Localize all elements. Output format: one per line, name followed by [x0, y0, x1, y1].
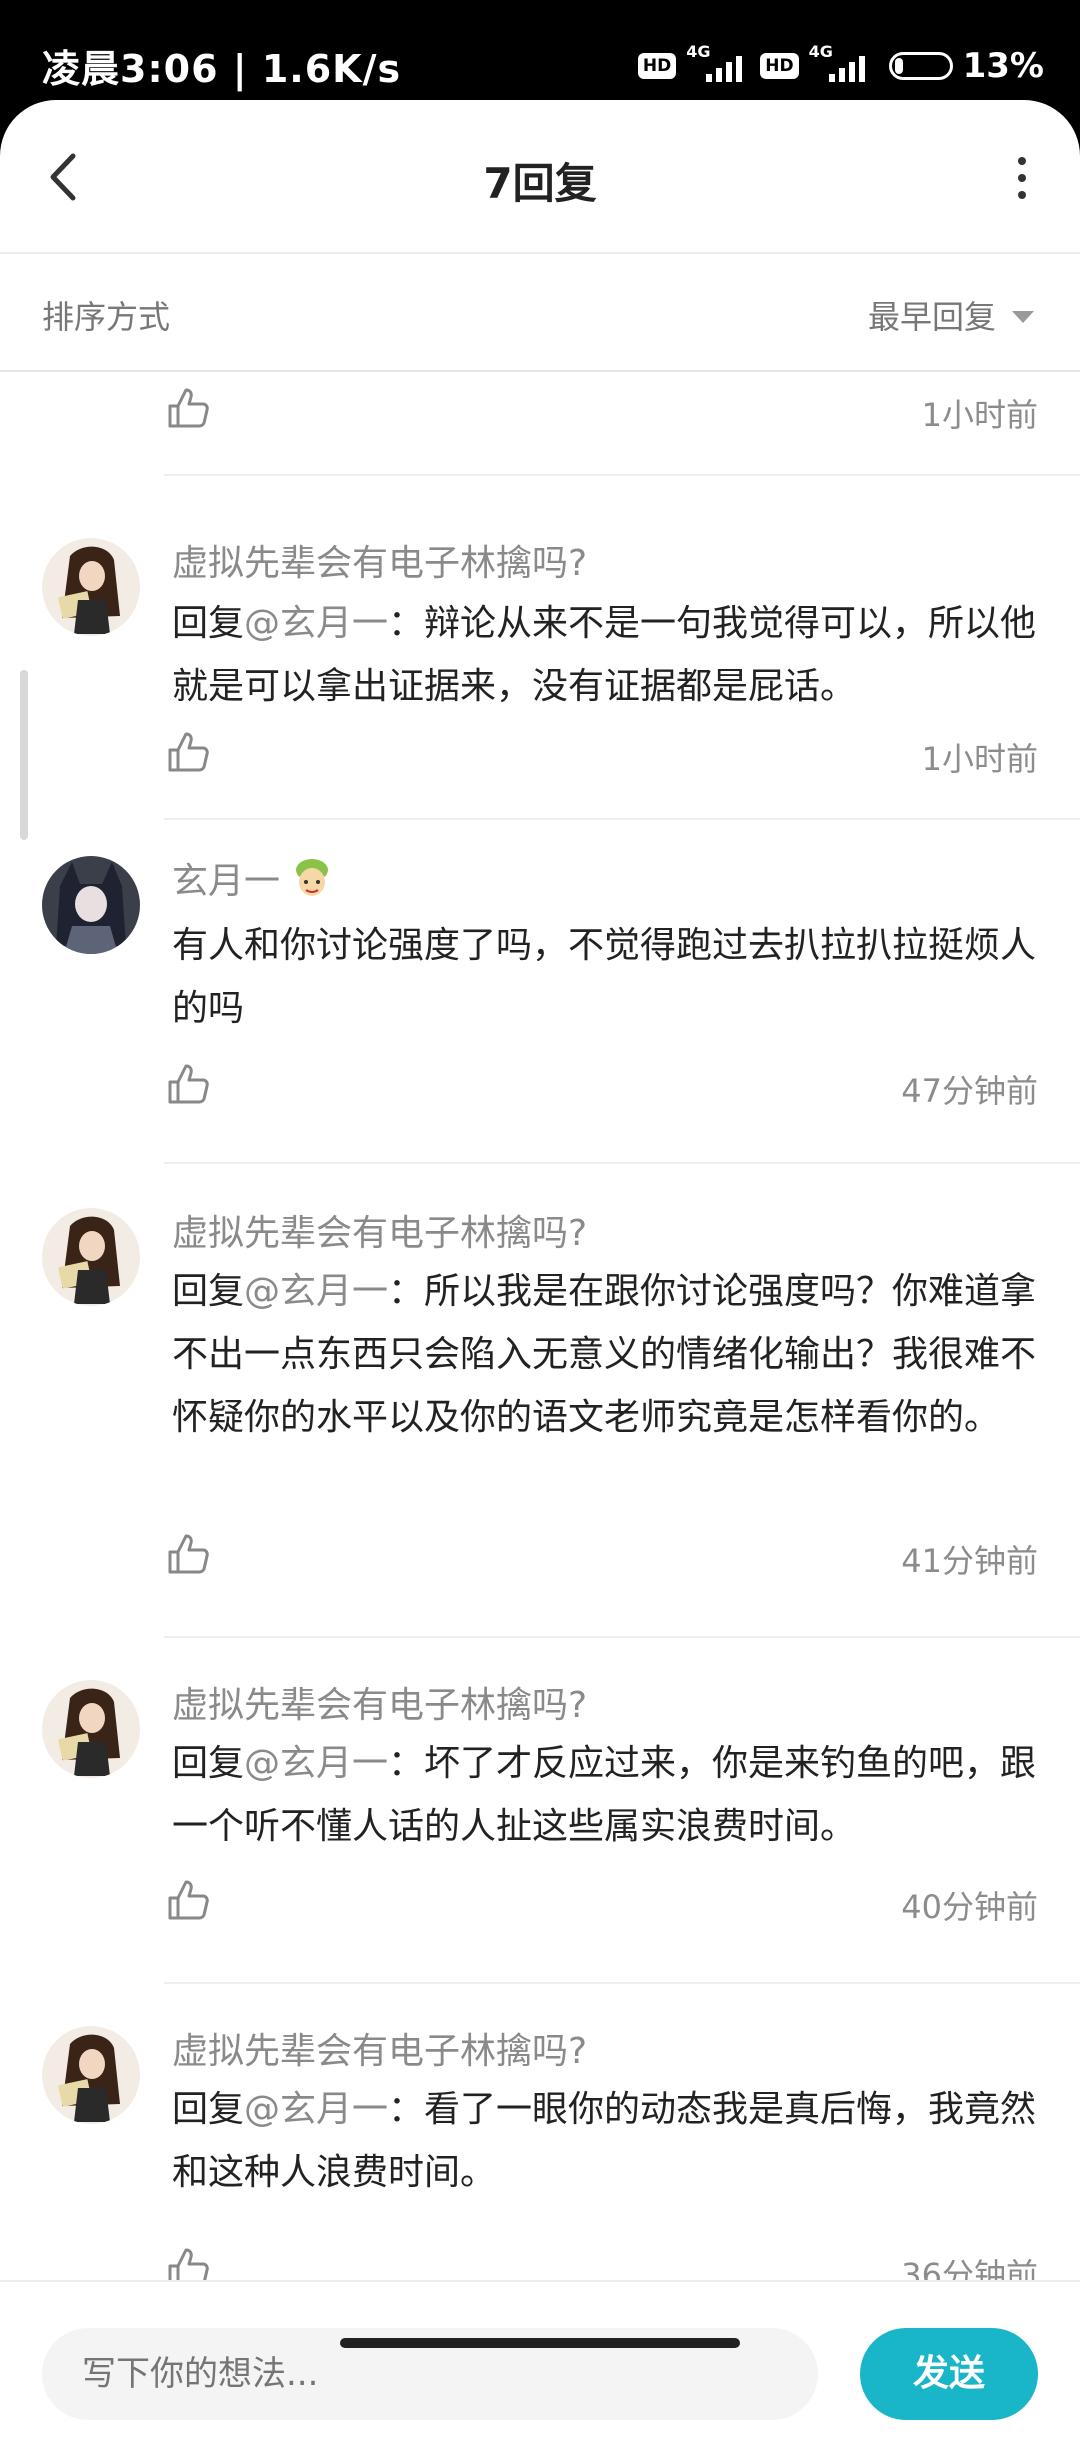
caret-down-icon [1012, 311, 1034, 323]
divider [164, 1982, 1080, 1984]
hd-icon: HD [637, 53, 677, 79]
avatar[interactable] [42, 2026, 140, 2124]
comment-text: 回复@玄月一：坏了才反应过来，你是来钓鱼的吧，跟一个听不懂人话的人扯这些属实浪费… [172, 1743, 1037, 1847]
battery-percent: 13% [962, 46, 1044, 86]
dark-hair-avatar-icon [42, 856, 140, 954]
anime-girl-avatar-icon [42, 538, 140, 636]
thumbs-up-icon[interactable] [166, 1878, 210, 1922]
replies-sheet: 7回复 排序方式 最早回复 1小时前 虚拟先辈会有电子林擒吗? 回复@玄月一：辩… [0, 100, 1080, 2460]
thumbs-up-icon[interactable] [166, 1532, 210, 1576]
mention-link[interactable]: @玄月一 [244, 1743, 388, 1784]
thumbs-up-icon[interactable] [166, 386, 210, 430]
signal-icon: 4G [809, 42, 873, 86]
avatar[interactable] [42, 538, 140, 636]
header: 7回复 [0, 100, 1080, 254]
divider [164, 818, 1080, 820]
status-icons: HD 4G HD 4G 13% [637, 42, 1044, 86]
list-item: 虚拟先辈会有电子林擒吗? 回复@玄月一：看了一眼你的动态我是真后悔，我竟然和这种… [0, 1986, 1080, 2280]
list-item: 玄月一 有人和你讨论强度了吗，不觉得跑过去扒拉扒拉挺烦人的吗 47分钟前 [0, 822, 1080, 1168]
divider [164, 474, 1080, 476]
more-dot-icon [1018, 174, 1026, 182]
list-item: 虚拟先辈会有电子林擒吗? 回复@玄月一：坏了才反应过来，你是来钓鱼的吧，跟一个听… [0, 1640, 1080, 1986]
mention-link[interactable]: @玄月一 [244, 603, 388, 644]
send-button[interactable]: 发送 [860, 2328, 1038, 2420]
comment-time: 36分钟前 [901, 2256, 1038, 2280]
thumbs-up-icon[interactable] [166, 1062, 210, 1106]
avatar[interactable] [42, 856, 140, 954]
status-bar: 凌晨3:06 | 1.6K/s HD 4G HD 4G 13% [0, 0, 1080, 100]
avatar[interactable] [42, 1680, 140, 1778]
comment-text: 回复@玄月一：看了一眼你的动态我是真后悔，我竟然和这种人浪费时间。 [172, 2089, 1037, 2193]
comment-username[interactable]: 玄月一 [172, 852, 332, 904]
comment-time: 41分钟前 [901, 1542, 1038, 1580]
sort-dropdown[interactable]: 最早回复 [868, 292, 1034, 338]
comment-text: 有人和你讨论强度了吗，不觉得跑过去扒拉扒拉挺烦人的吗 [172, 925, 1037, 1029]
list-item: 虚拟先辈会有电子林擒吗? 回复@玄月一：所以我是在跟你讨论强度吗？你难道拿不出一… [0, 1168, 1080, 1640]
comment-text: 回复@玄月一：辩论从来不是一句我觉得可以，所以他就是可以拿出证据来，没有证据都是… [172, 603, 1037, 707]
anime-girl-avatar-icon [42, 2026, 140, 2124]
more-dot-icon [1018, 191, 1026, 199]
comment-username[interactable]: 虚拟先辈会有电子林擒吗? [172, 534, 587, 586]
comment-time: 40分钟前 [901, 1888, 1038, 1926]
sort-label: 排序方式 [42, 298, 171, 336]
comment-time: 1小时前 [921, 396, 1038, 434]
battery-icon [888, 52, 953, 80]
sort-value: 最早回复 [867, 298, 996, 336]
page-title: 7回复 [483, 159, 597, 208]
comment-username[interactable]: 虚拟先辈会有电子林擒吗? [172, 2022, 587, 2074]
signal-icon: 4G [686, 42, 750, 86]
comment-username[interactable]: 虚拟先辈会有电子林擒吗? [172, 1676, 587, 1728]
comment-input-bar: 发送 [0, 2280, 1080, 2460]
divider [164, 1636, 1080, 1638]
thumbs-up-icon[interactable] [166, 2246, 210, 2280]
comment-list[interactable]: 1小时前 虚拟先辈会有电子林擒吗? 回复@玄月一：辩论从来不是一句我觉得可以，所… [0, 374, 1080, 2280]
avatar[interactable] [42, 1208, 140, 1306]
sort-bar: 排序方式 最早回复 [0, 254, 1080, 372]
divider [164, 1162, 1080, 1164]
list-item: 虚拟先辈会有电子林擒吗? 回复@玄月一：辩论从来不是一句我觉得可以，所以他就是可… [0, 478, 1080, 822]
hd-icon: HD [760, 53, 799, 79]
mention-link[interactable]: @玄月一 [244, 1271, 388, 1312]
thumbs-up-icon[interactable] [166, 730, 210, 774]
status-time: 凌晨3:06 | 1.6K/s [42, 47, 402, 91]
home-indicator[interactable] [340, 2338, 740, 2348]
more-options-button[interactable] [992, 150, 1052, 206]
level-badge-icon [296, 859, 329, 896]
more-dot-icon [1018, 157, 1026, 165]
anime-girl-avatar-icon [42, 1680, 140, 1778]
comment-time: 1小时前 [921, 740, 1038, 778]
mention-link[interactable]: @玄月一 [244, 2089, 388, 2130]
anime-girl-avatar-icon [42, 1208, 140, 1306]
list-item: 1小时前 [0, 374, 1080, 478]
comment-time: 47分钟前 [901, 1072, 1038, 1110]
comment-text: 回复@玄月一：所以我是在跟你讨论强度吗？你难道拿不出一点东西只会陷入无意义的情绪… [172, 1271, 1037, 1438]
comment-username[interactable]: 虚拟先辈会有电子林擒吗? [172, 1204, 587, 1256]
